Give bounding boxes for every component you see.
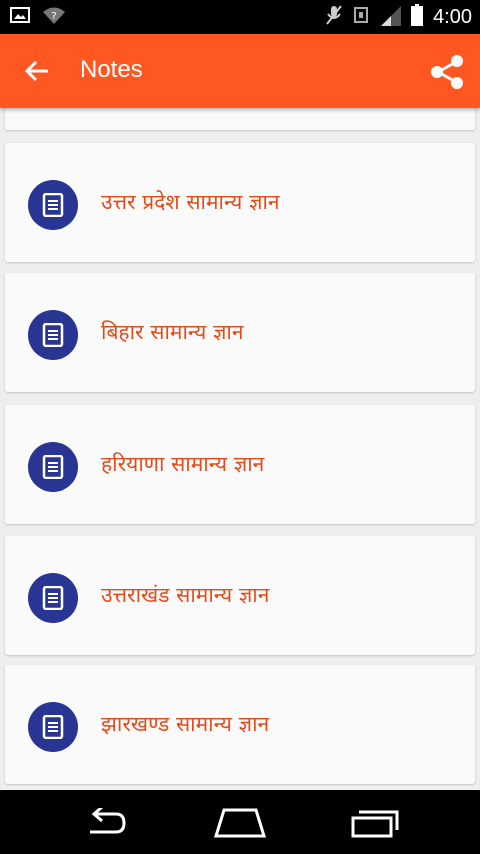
back-button[interactable]: [20, 56, 54, 86]
status-bar: ? 4:00: [0, 0, 480, 34]
note-label: उत्तर प्रदेश सामान्य ज्ञान: [101, 190, 280, 214]
clock: 4:00: [433, 5, 472, 28]
home-nav-icon: [213, 808, 267, 842]
note-label: हरियाणा सामान्य ज्ञान: [101, 452, 265, 476]
note-icon: [28, 180, 78, 230]
note-icon: [28, 702, 78, 752]
notes-list[interactable]: उत्तर प्रदेश सामान्य ज्ञान बिहार सामान्य…: [0, 108, 480, 790]
note-label: उत्तराखंड सामान्य ज्ञान: [101, 583, 270, 607]
battery-icon: [411, 4, 424, 30]
share-button[interactable]: [428, 54, 466, 90]
nfc-icon: [353, 5, 369, 29]
note-card-bihar[interactable]: बिहार सामान्य ज्ञान: [5, 273, 475, 392]
page-title: Notes: [80, 56, 143, 83]
app-bar: Notes: [0, 34, 480, 108]
nav-recents-button[interactable]: [350, 808, 400, 842]
mute-icon: [325, 4, 343, 30]
svg-text:?: ?: [51, 11, 56, 22]
wifi-question-icon: ?: [42, 6, 66, 30]
arrow-back-icon: [20, 60, 54, 90]
note-card-uttarakhand[interactable]: उत्तराखंड सामान्य ज्ञान: [5, 536, 475, 655]
image-notification-icon: [10, 6, 30, 30]
note-icon: [28, 442, 78, 492]
navigation-bar: [0, 790, 480, 854]
note-icon: [28, 573, 78, 623]
recents-nav-icon: [350, 810, 400, 842]
list-item-partial[interactable]: [5, 108, 475, 130]
note-icon: [28, 310, 78, 360]
note-card-haryana[interactable]: हरियाणा सामान्य ज्ञान: [5, 405, 475, 524]
note-card-jharkhand[interactable]: झारखण्ड सामान्य ज्ञान: [5, 665, 475, 784]
note-label: झारखण्ड सामान्य ज्ञान: [101, 712, 270, 736]
signal-icon: [379, 4, 402, 30]
nav-back-button[interactable]: [82, 805, 130, 842]
nav-home-button[interactable]: [213, 808, 267, 842]
note-card-up[interactable]: उत्तर प्रदेश सामान्य ज्ञान: [5, 143, 475, 262]
note-label: बिहार सामान्य ज्ञान: [101, 320, 244, 344]
share-icon: [428, 55, 466, 94]
back-nav-icon: [82, 805, 130, 842]
